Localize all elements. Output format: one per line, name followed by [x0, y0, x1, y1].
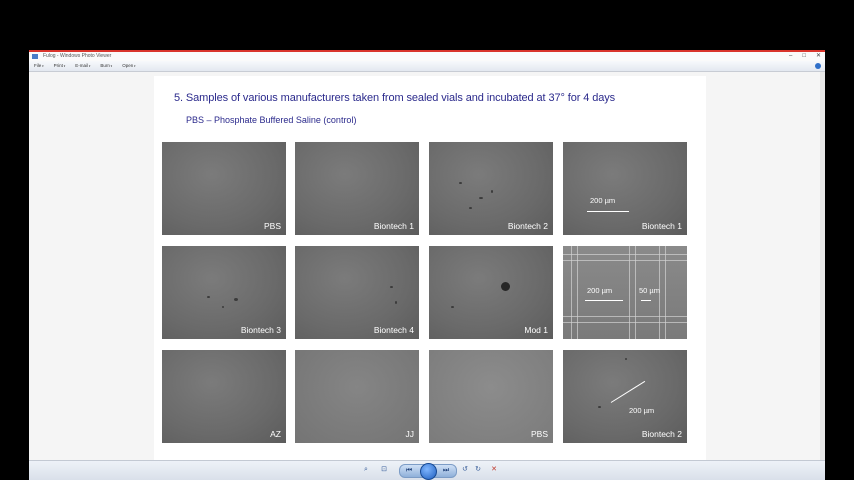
panel-label: PBS [530, 429, 548, 439]
window-title: Fulog - Windows Photo Viewer [43, 53, 112, 59]
photo-viewer-window: Fulog - Windows Photo Viewer – □ ✕ File … [29, 50, 825, 480]
menu-print[interactable]: Print [54, 61, 66, 71]
micrograph-panel: AZ [162, 350, 286, 443]
micrograph-panel: Biontech 2 [429, 142, 553, 235]
scale-bar [641, 300, 651, 301]
scale-bar-label: 200 µm [629, 406, 655, 415]
panel-label: Biontech 4 [373, 325, 414, 335]
scale-bar-label: 200 µm [590, 196, 616, 205]
panel-label: AZ [270, 429, 281, 439]
scale-bar [587, 211, 629, 212]
micrograph-panel: Biontech 1 [295, 142, 419, 235]
panel-label: Biontech 3 [240, 325, 281, 335]
title-bar: Fulog - Windows Photo Viewer – □ ✕ [29, 52, 825, 61]
micrograph-panel: Mod 1 [429, 246, 553, 339]
actual-size-icon[interactable]: ⊡ [379, 465, 389, 475]
micrograph-panel: PBS [429, 350, 553, 443]
document-page: 5. Samples of various manufacturers take… [154, 76, 706, 461]
zoom-icon[interactable]: ⌕ [360, 465, 372, 475]
photo-viewer-icon [32, 54, 38, 59]
vertical-scrollbar[interactable] [820, 72, 825, 461]
menu-email[interactable]: E-mail [75, 61, 90, 71]
previous-icon[interactable]: ⏮ [403, 466, 415, 476]
delete-icon[interactable]: ✕ [489, 465, 499, 475]
menu-burn[interactable]: Burn [100, 61, 112, 71]
scale-bar-label: 200 µm [587, 286, 613, 295]
page-subheading: PBS – Phosphate Buffered Saline (control… [186, 115, 357, 125]
micrograph-panel: 200 µm Biontech 1 [563, 142, 687, 235]
rotate-clockwise-icon[interactable]: ↻ [473, 465, 483, 475]
rotate-counterclockwise-icon[interactable]: ↺ [460, 465, 470, 475]
scale-bar [585, 300, 623, 301]
slideshow-button[interactable] [420, 463, 437, 480]
image-canvas: 5. Samples of various manufacturers take… [29, 72, 825, 461]
viewer-toolbar: ⌕ ⊡ ⏮ ⏭ ↺ ↻ ✕ [29, 460, 825, 480]
page-heading: 5. Samples of various manufacturers take… [174, 92, 616, 104]
menu-bar: File Print E-mail Burn Open [29, 61, 825, 72]
micrograph-panel: Biontech 4 [295, 246, 419, 339]
navigation-group: ⏮ ⏭ [399, 463, 457, 480]
panel-label: Biontech 2 [507, 221, 548, 231]
maximize-button[interactable]: □ [802, 52, 806, 61]
micrograph-panel: Biontech 3 [162, 246, 286, 339]
menu-file[interactable]: File [34, 61, 44, 71]
menu-open[interactable]: Open [122, 61, 135, 71]
minimize-button[interactable]: – [789, 52, 792, 61]
close-button[interactable]: ✕ [816, 52, 821, 61]
panel-label: JJ [405, 429, 415, 439]
panel-label: Mod 1 [524, 325, 548, 335]
panel-label: PBS [263, 221, 281, 231]
panel-label: Biontech 2 [641, 429, 682, 439]
micrograph-panel: PBS [162, 142, 286, 235]
panel-label: Biontech 1 [373, 221, 414, 231]
scale-bar [610, 380, 646, 403]
micrograph-panel: JJ [295, 350, 419, 443]
panel-label: Biontech 1 [641, 221, 682, 231]
micrograph-panel: 200 µm Biontech 2 [563, 350, 687, 443]
scale-bar-label: 50 µm [639, 286, 660, 295]
micrograph-panel: 200 µm 50 µm [563, 246, 687, 339]
next-icon[interactable]: ⏭ [440, 466, 452, 476]
help-icon[interactable] [815, 63, 821, 69]
